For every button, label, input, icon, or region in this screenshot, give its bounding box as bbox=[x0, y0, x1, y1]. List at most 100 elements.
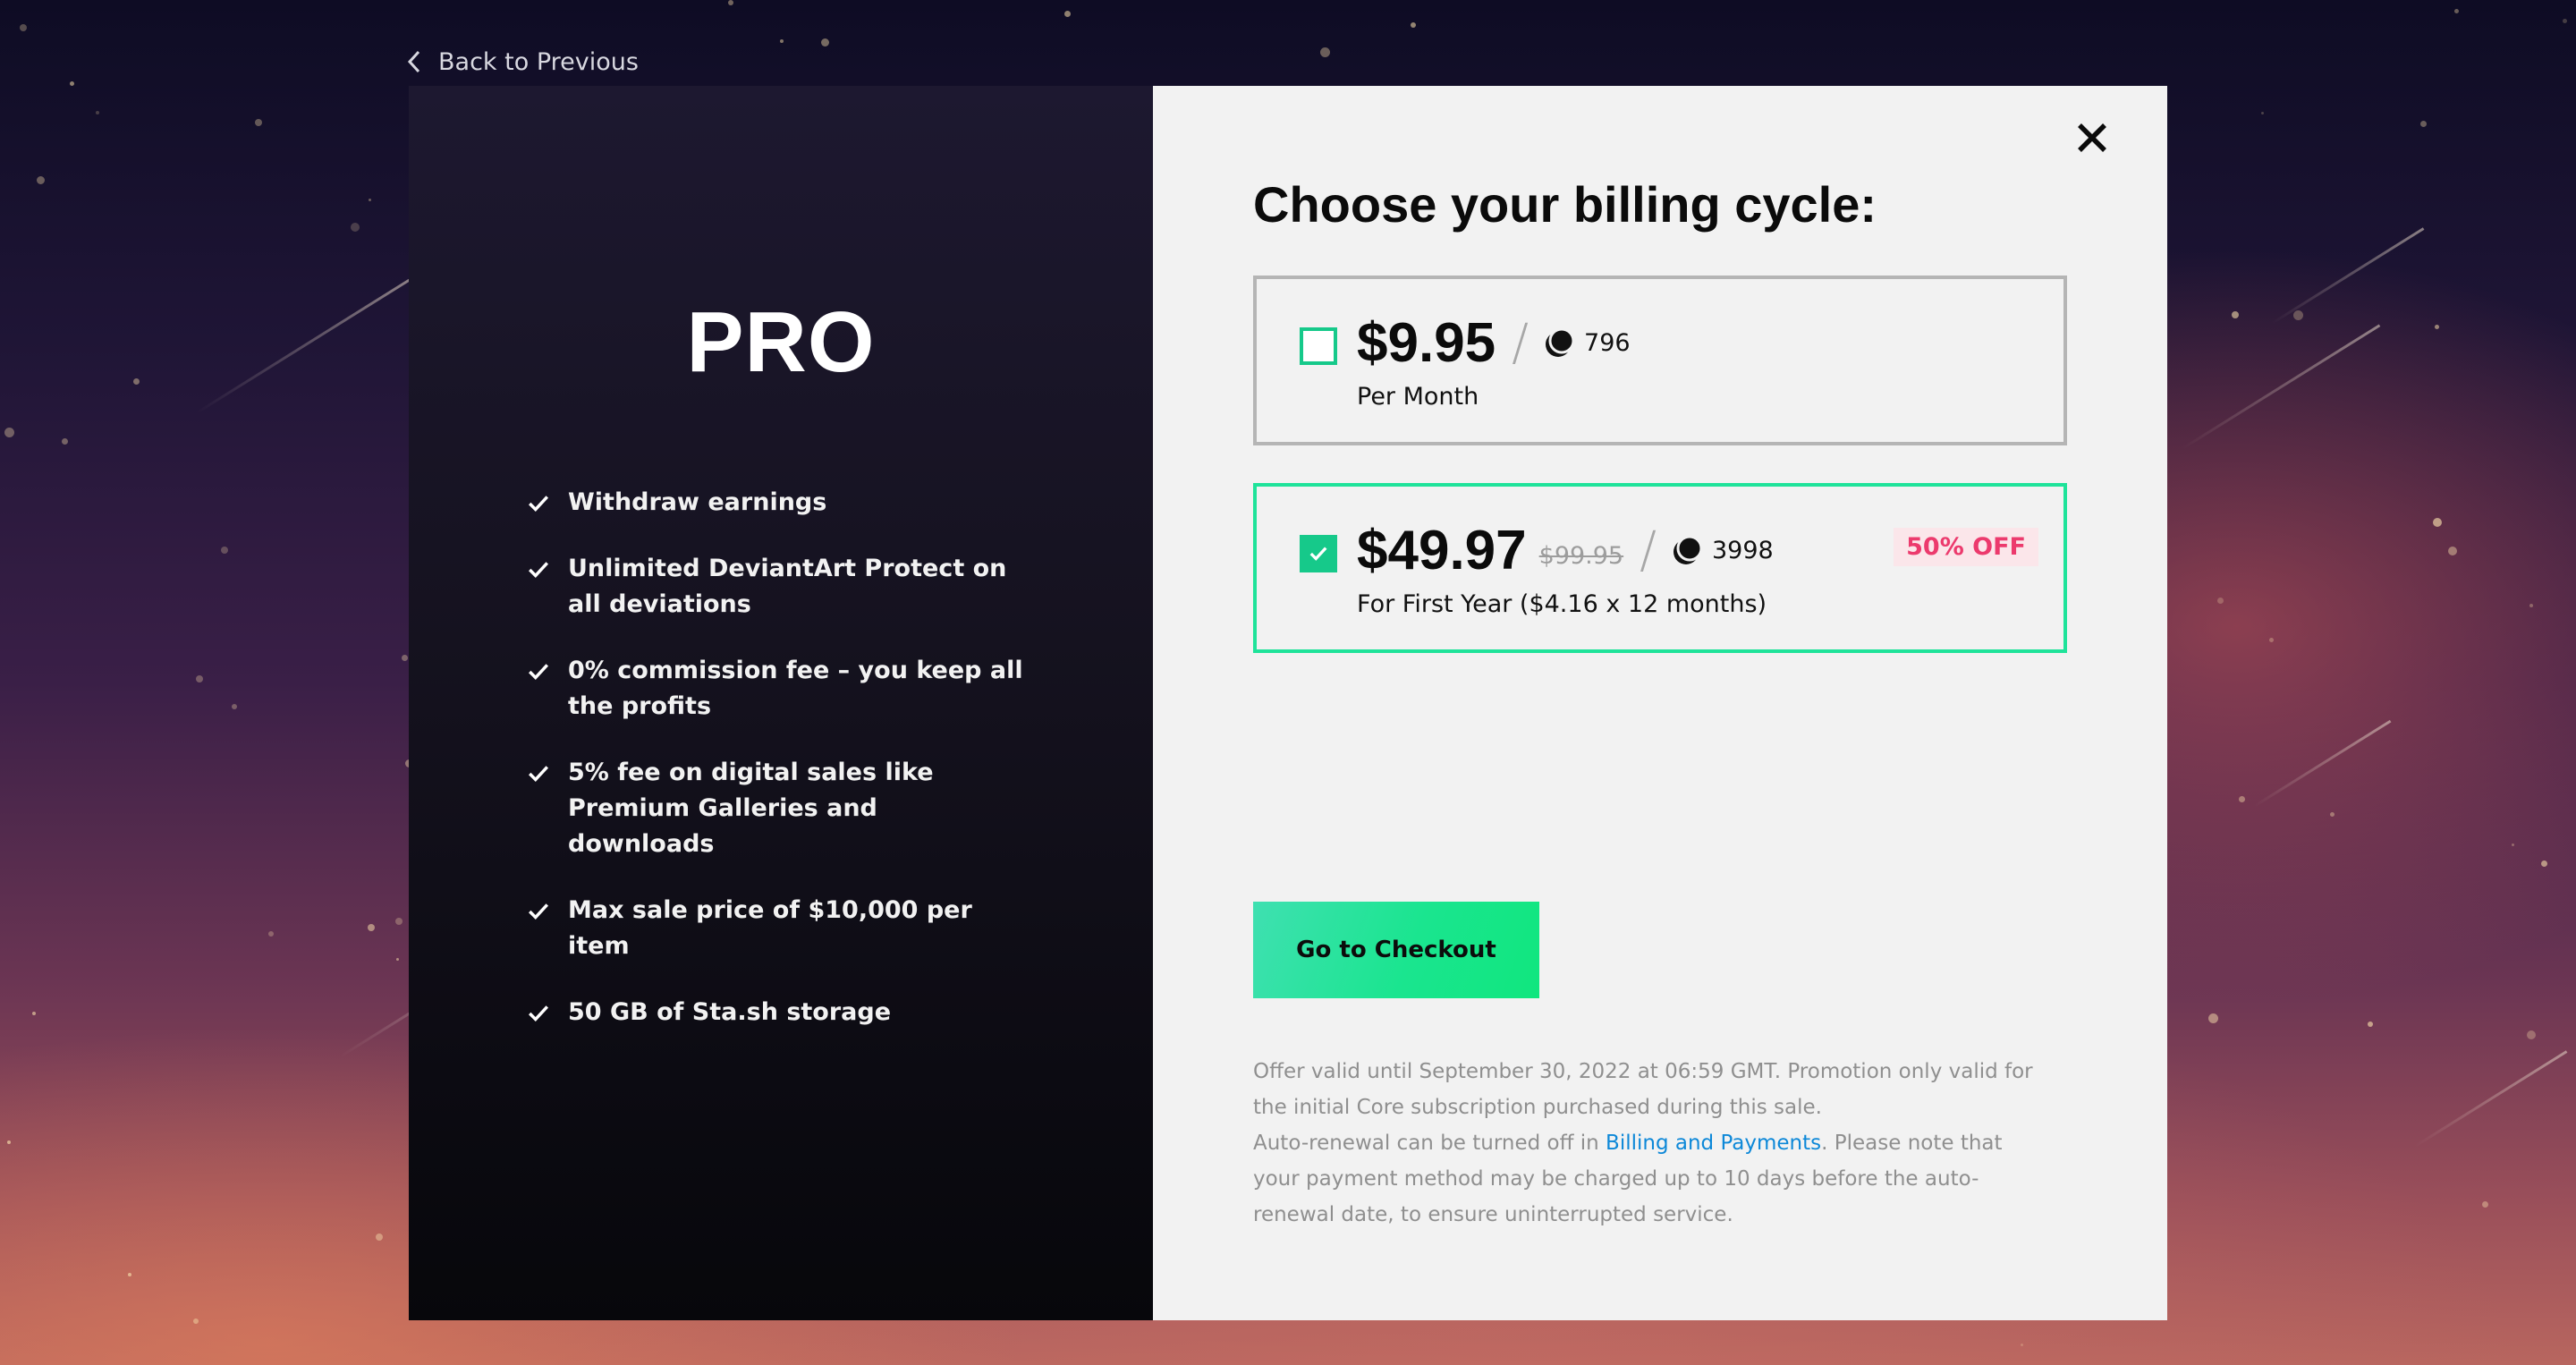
star-dot bbox=[395, 918, 402, 925]
billing-heading: Choose your billing cycle: bbox=[1253, 176, 1877, 233]
star-dot bbox=[4, 428, 14, 437]
points-icon bbox=[1546, 327, 1575, 357]
star-dot bbox=[2527, 1030, 2536, 1039]
billing-option-yearly[interactable]: $49.97 $99.95 / 3998 For First Year ($4.… bbox=[1253, 483, 2067, 653]
feature-text: 50 GB of Sta.sh storage bbox=[568, 998, 892, 1026]
feature-list: Withdraw earnings Unlimited DeviantArt P… bbox=[527, 485, 1028, 1061]
offer-validity-text: Offer valid until September 30, 2022 at … bbox=[1253, 1060, 2033, 1119]
star-dot bbox=[368, 924, 375, 931]
checkbox-monthly[interactable] bbox=[1300, 327, 1337, 365]
star-dot bbox=[376, 1234, 383, 1241]
billing-period: For First Year ($4.16 x 12 months) bbox=[1357, 590, 1767, 618]
price-separator: / bbox=[1512, 313, 1530, 372]
star-dot bbox=[196, 675, 203, 682]
upgrade-modal: PRO Withdraw earnings Unlimited DeviantA… bbox=[409, 86, 2167, 1320]
price: $9.95 bbox=[1357, 311, 1496, 374]
star-dot bbox=[1411, 22, 1416, 28]
star-dot bbox=[62, 438, 68, 445]
star-dot bbox=[780, 39, 784, 43]
star-dot bbox=[2563, 19, 2567, 23]
feature-item: Withdraw earnings bbox=[527, 485, 1028, 521]
original-price: $99.95 bbox=[1538, 541, 1624, 570]
feature-item: Max sale price of $10,000 per item bbox=[527, 893, 1028, 964]
star-dot bbox=[2482, 1201, 2488, 1208]
price-row: $9.95 / 796 bbox=[1357, 309, 1631, 376]
star-dot bbox=[2239, 796, 2245, 802]
points-value: 796 bbox=[1584, 328, 1631, 357]
chevron-left-icon bbox=[407, 50, 420, 73]
feature-text: 0% commission fee – you keep all the pro… bbox=[568, 657, 1023, 720]
back-to-previous-link[interactable]: Back to Previous bbox=[404, 43, 639, 81]
billing-panel: Choose your billing cycle: $9.95 / 796 P… bbox=[1153, 86, 2167, 1320]
star-dot bbox=[2512, 844, 2514, 846]
star-dot bbox=[2541, 861, 2547, 867]
close-icon[interactable] bbox=[2071, 116, 2114, 159]
star-dot bbox=[133, 378, 140, 385]
star-dot bbox=[2208, 1013, 2218, 1023]
star-dot bbox=[2433, 518, 2442, 527]
price: $49.97 bbox=[1357, 519, 1527, 581]
star-dot bbox=[2269, 638, 2274, 642]
shooting-star bbox=[2182, 324, 2381, 450]
back-link-label: Back to Previous bbox=[438, 47, 639, 76]
star-dot bbox=[20, 24, 27, 31]
star-dot bbox=[2448, 547, 2457, 555]
star-dot bbox=[37, 176, 45, 184]
checkbox-yearly[interactable] bbox=[1300, 535, 1337, 572]
star-dot bbox=[232, 704, 237, 709]
points-icon bbox=[1674, 535, 1703, 564]
price-separator: / bbox=[1640, 521, 1657, 580]
plan-summary-panel: PRO Withdraw earnings Unlimited DeviantA… bbox=[409, 86, 1153, 1320]
star-dot bbox=[2454, 9, 2459, 13]
star-dot bbox=[2420, 121, 2427, 127]
checkmark-icon bbox=[529, 562, 549, 579]
feature-item: 50 GB of Sta.sh storage bbox=[527, 995, 1028, 1030]
auto-renewal-text: Auto-renewal can be turned off in Billin… bbox=[1253, 1125, 2040, 1233]
star-dot bbox=[32, 1012, 36, 1015]
star-dot bbox=[255, 119, 262, 126]
discount-badge: 50% OFF bbox=[1894, 528, 2038, 566]
checkmark-icon bbox=[529, 1005, 549, 1022]
billing-option-monthly[interactable]: $9.95 / 796 Per Month bbox=[1253, 276, 2067, 445]
star-dot bbox=[2232, 311, 2239, 318]
star-dot bbox=[2217, 598, 2224, 604]
checkmark-icon bbox=[1309, 547, 1327, 561]
feature-text: Unlimited DeviantArt Protect on all devi… bbox=[568, 555, 1007, 618]
star-dot bbox=[2261, 112, 2264, 114]
star-dot bbox=[1320, 47, 1330, 57]
checkmark-icon bbox=[529, 664, 549, 681]
star-dot bbox=[193, 1318, 199, 1324]
shooting-star bbox=[2414, 1050, 2568, 1148]
star-dot bbox=[1064, 11, 1071, 17]
star-dot bbox=[2529, 604, 2533, 607]
go-to-checkout-button[interactable]: Go to Checkout bbox=[1253, 902, 1539, 998]
star-dot bbox=[351, 223, 360, 232]
points-value: 3998 bbox=[1712, 536, 1774, 564]
checkmark-icon bbox=[529, 903, 549, 920]
checkmark-icon bbox=[529, 766, 549, 783]
star-dot bbox=[2435, 325, 2439, 329]
feature-text: Withdraw earnings bbox=[568, 488, 827, 516]
star-dot bbox=[2330, 812, 2334, 817]
feature-item: Unlimited DeviantArt Protect on all devi… bbox=[527, 551, 1028, 623]
auto-renewal-prefix: Auto-renewal can be turned off in bbox=[1253, 1132, 1606, 1155]
star-dot bbox=[369, 199, 371, 201]
feature-text: 5% fee on digital sales like Premium Gal… bbox=[568, 759, 934, 858]
star-dot bbox=[128, 1273, 131, 1276]
offer-fine-print: Offer valid until September 30, 2022 at … bbox=[1253, 1054, 2040, 1233]
feature-item: 0% commission fee – you keep all the pro… bbox=[527, 653, 1028, 725]
star-dot bbox=[2021, 1344, 2023, 1346]
shooting-star bbox=[2271, 227, 2425, 325]
star-dot bbox=[396, 958, 399, 961]
billing-and-payments-link[interactable]: Billing and Payments bbox=[1606, 1132, 1821, 1155]
star-dot bbox=[7, 1140, 11, 1144]
star-dot bbox=[2368, 1022, 2373, 1027]
star-dot bbox=[728, 0, 733, 5]
star-dot bbox=[221, 547, 228, 554]
feature-item: 5% fee on digital sales like Premium Gal… bbox=[527, 755, 1028, 862]
star-dot bbox=[96, 111, 99, 114]
checkmark-icon bbox=[529, 496, 549, 513]
shooting-star bbox=[2253, 719, 2392, 808]
star-dot bbox=[268, 931, 274, 937]
star-dot bbox=[821, 38, 829, 47]
